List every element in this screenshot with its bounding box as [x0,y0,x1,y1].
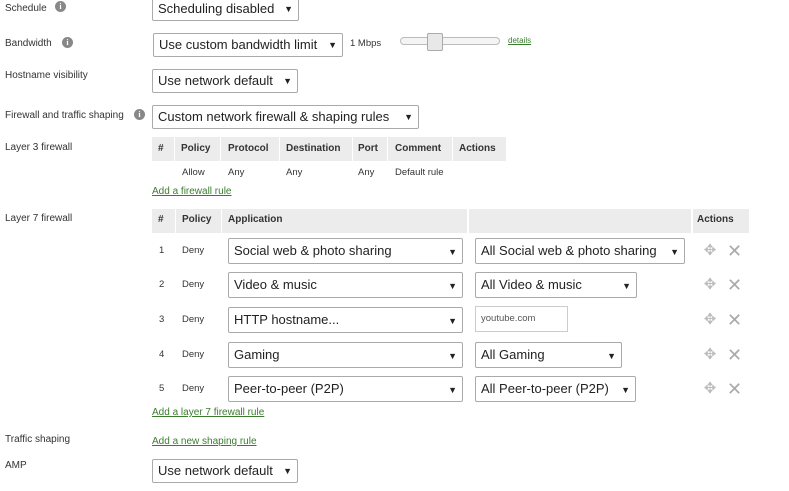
firewall-shaping-select[interactable]: Custom network firewall & shaping rules ▼ [152,105,419,129]
move-icon[interactable]: ✥ [703,277,717,292]
l7-header-application: Application [228,214,283,225]
add-firewall-rule-link[interactable]: Add a firewall rule [152,186,231,197]
move-icon[interactable]: ✥ [703,347,717,362]
hostname-select[interactable]: Use network default ▼ [152,69,298,93]
chevron-down-icon: ▼ [448,316,457,326]
l7-rule-num: 2 [159,279,165,290]
chevron-down-icon: ▼ [621,385,630,395]
move-icon[interactable]: ✥ [703,381,717,396]
l7-rule-application-select[interactable]: HTTP hostname... ▼ [228,307,463,333]
chevron-down-icon: ▼ [622,281,631,291]
amp-select[interactable]: Use network default ▼ [152,459,298,483]
l7-rule-application-select[interactable]: Video & music ▼ [228,272,463,298]
chevron-down-icon: ▼ [670,247,679,257]
l3-default-comment: Default rule [395,167,444,178]
bandwidth-slider-thumb[interactable] [427,33,444,51]
chevron-down-icon: ▼ [448,247,457,257]
chevron-down-icon: ▼ [404,112,413,122]
l7-rule-policy[interactable]: Deny [182,383,204,394]
close-icon[interactable]: ✕ [727,346,742,364]
move-icon[interactable]: ✥ [703,243,717,258]
l7-rule-application-select[interactable]: Gaming ▼ [228,342,463,368]
l7-rule-detail-select[interactable]: All Video & music ▼ [475,272,637,298]
l7-header-policy: Policy [182,214,212,225]
close-icon[interactable]: ✕ [727,380,742,398]
chevron-down-icon: ▼ [328,40,337,50]
l7-rule-detail-select[interactable]: All Social web & photo sharing ▼ [475,238,685,264]
close-icon[interactable]: ✕ [727,311,742,329]
l3-header-comment: Comment [395,143,442,154]
chevron-down-icon: ▼ [283,466,292,476]
chevron-down-icon: ▼ [607,351,616,361]
l7-rule-policy[interactable]: Deny [182,245,204,256]
l3-header-actions: Actions [459,143,496,154]
amp-label: AMP [5,460,27,471]
bandwidth-slider-track[interactable] [400,37,500,45]
l7-label: Layer 7 firewall [5,213,73,224]
l7-header-num: # [158,214,164,225]
l3-default-destination: Any [286,167,303,178]
l3-header-destination: Destination [286,143,341,154]
l7-rule-num: 3 [159,314,165,325]
l7-rule-detail-select[interactable]: All Peer-to-peer (P2P) ▼ [475,376,636,402]
close-icon[interactable]: ✕ [727,242,742,260]
bandwidth-limit-text: 1 Mbps [350,38,382,49]
add-l7-rule-link[interactable]: Add a layer 7 firewall rule [152,407,264,418]
hostname-label: Hostname visibility [5,70,88,81]
l3-default-protocol: Any [228,167,245,178]
l7-rule-num: 5 [159,383,165,394]
l7-rule-num: 4 [159,349,165,360]
info-icon[interactable]: i [134,109,145,120]
info-icon[interactable]: i [55,1,66,12]
l3-default-policy: Allow [182,167,205,178]
firewall-shaping-label: Firewall and traffic shaping [5,110,124,121]
l3-default-port: Any [358,167,375,178]
l7-rule-num: 1 [159,245,165,256]
l7-rule-policy[interactable]: Deny [182,279,204,290]
chevron-down-icon: ▼ [284,4,293,14]
chevron-down-icon: ▼ [283,76,292,86]
l7-rule-application-select[interactable]: Social web & photo sharing ▼ [228,238,463,264]
l7-rule-application-select[interactable]: Peer-to-peer (P2P) ▼ [228,376,463,402]
bandwidth-details-link[interactable]: details [508,36,531,45]
l7-rule-detail-select[interactable]: All Gaming ▼ [475,342,622,368]
schedule-select[interactable]: Scheduling disabled ▼ [152,0,299,21]
bandwidth-select[interactable]: Use custom bandwidth limit ▼ [153,33,343,57]
close-icon[interactable]: ✕ [727,276,742,294]
bandwidth-label: Bandwidth [5,38,52,49]
l7-header-actions: Actions [697,214,734,225]
l3-header-port: Port [358,143,378,154]
chevron-down-icon: ▼ [448,385,457,395]
l3-label: Layer 3 firewall [5,142,73,153]
l7-rule-policy[interactable]: Deny [182,314,204,325]
l7-rule-hostname-input[interactable]: youtube.com [475,306,568,332]
l3-header-policy: Policy [181,143,211,154]
chevron-down-icon: ▼ [448,281,457,291]
l3-header-num: # [158,143,164,154]
info-icon[interactable]: i [62,37,73,48]
l7-rule-policy[interactable]: Deny [182,349,204,360]
chevron-down-icon: ▼ [448,351,457,361]
add-shaping-rule-link[interactable]: Add a new shaping rule [152,436,257,447]
move-icon[interactable]: ✥ [703,312,717,327]
l3-header-protocol: Protocol [228,143,269,154]
traffic-shaping-label: Traffic shaping [5,434,71,445]
schedule-label: Schedule [5,3,47,14]
